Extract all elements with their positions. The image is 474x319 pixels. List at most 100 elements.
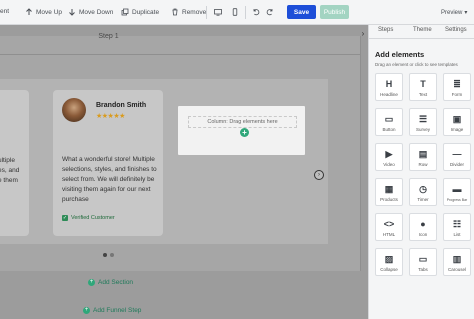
element-tile-label: Row [418, 162, 428, 167]
element-tile-survey[interactable]: ☰ Survey [409, 108, 437, 136]
element-tile-timer[interactable]: ◷ Timer [409, 178, 437, 206]
add-section-label: Add Section [98, 279, 134, 286]
headline-icon: H [385, 79, 393, 89]
move-down-label: Move Down [79, 8, 114, 16]
collapse-panel-chevron-icon[interactable]: › [358, 28, 368, 38]
collapse-icon: ▨ [384, 254, 394, 264]
testimonial-name: Brandon Smith [96, 102, 147, 109]
element-tile-video[interactable]: ▶ Video [375, 143, 403, 171]
back-button[interactable]: ent [0, 8, 9, 15]
tabs-icon: ▭ [418, 254, 428, 264]
mobile-view-button[interactable] [231, 8, 239, 16]
step-divider [0, 54, 361, 55]
move-up-label: Move Up [36, 8, 63, 16]
element-tile-divider[interactable]: — Divider [443, 143, 471, 171]
icon-icon: ● [420, 219, 426, 229]
form-icon: ≣ [453, 79, 461, 89]
panel-subtitle: Drag an element or click to see template… [375, 62, 458, 67]
add-funnel-step-button[interactable]: + Add Funnel Step [83, 307, 141, 314]
move-up-button[interactable]: Move Up [25, 8, 62, 16]
element-tile-label: Timer [417, 197, 429, 202]
star-rating: ★★★★★ [96, 113, 125, 120]
image-icon: ▣ [452, 114, 462, 124]
tab-settings[interactable]: Settings [445, 27, 467, 33]
element-tile-progress-bar[interactable]: ▬ Progress Bar [443, 178, 471, 206]
text-icon: T [420, 79, 426, 89]
row-icon: ▤ [418, 149, 428, 159]
elements-panel: Steps Theme Settings Add elements Drag a… [368, 25, 474, 319]
element-tile-form[interactable]: ≣ Form [443, 73, 471, 101]
testimonial-review: What a wonderful store! Multiple selecti… [62, 156, 157, 203]
element-tile-icon[interactable]: ● Icon [409, 213, 437, 241]
verified-badge: ✓ Verified Customer [62, 215, 115, 221]
element-tile-list[interactable]: ☷ List [443, 213, 471, 241]
progress-bar-icon: ▬ [452, 184, 462, 194]
desktop-icon [214, 8, 222, 16]
add-funnel-step-label: Add Funnel Step [93, 307, 142, 314]
element-tile-label: Headline [380, 92, 398, 97]
move-down-button[interactable]: Move Down [68, 8, 113, 16]
element-tile-label: Video [383, 162, 395, 167]
element-tile-label: Progress Bar [446, 198, 468, 202]
toolbar-divider [245, 6, 246, 19]
preview-label: Preview [441, 9, 463, 16]
toolbar: ent Move Up Move Down Duplicate Remove S… [0, 0, 474, 25]
element-tile-tabs[interactable]: ▭ Tabs [409, 248, 437, 276]
element-tile-label: List [453, 232, 461, 237]
element-tile-label: Button [382, 127, 396, 132]
element-tile-products[interactable]: ▦ Products [375, 178, 403, 206]
element-tile-label: Form [451, 92, 463, 97]
checkmark-icon: ✓ [62, 215, 68, 221]
element-tile-text[interactable]: T Text [409, 73, 437, 101]
preview-button[interactable]: Preview ▾ [441, 9, 467, 17]
desktop-view-button[interactable] [214, 8, 222, 16]
timer-icon: ◷ [419, 184, 427, 194]
add-element-plus-icon[interactable]: + [240, 128, 249, 137]
plus-icon: + [88, 279, 95, 286]
button-icon: ▭ [384, 114, 394, 124]
save-button[interactable]: Save [287, 5, 316, 19]
element-tile-headline[interactable]: H Headline [375, 73, 403, 101]
divider-icon: — [452, 149, 462, 159]
publish-button[interactable]: Publish [320, 5, 349, 19]
testimonial-row[interactable] [0, 79, 328, 244]
trash-icon [171, 8, 179, 16]
element-tile-label: Image [450, 127, 464, 132]
editor-canvas: Step 1 ultiple es, and e them Brandon Sm… [0, 25, 368, 319]
carousel-next-arrow-icon[interactable]: › [314, 170, 324, 180]
add-section-button[interactable]: + Add Section [88, 279, 133, 286]
element-tile-collapse[interactable]: ▨ Collapse [375, 248, 403, 276]
tab-theme[interactable]: Theme [413, 27, 432, 33]
step-title: Step 1 [98, 33, 119, 40]
remove-label: Remove [182, 8, 207, 16]
remove-button[interactable]: Remove [171, 8, 206, 16]
products-icon: ▦ [384, 184, 394, 194]
verified-label: Verified Customer [71, 215, 115, 221]
survey-icon: ☰ [418, 114, 428, 124]
element-tile-row[interactable]: ▤ Row [409, 143, 437, 171]
column-drop-zone[interactable]: Column: Drag elements here [188, 116, 297, 128]
tab-steps[interactable]: Steps [378, 27, 393, 33]
arrow-up-icon [25, 8, 33, 16]
element-tile-label: HTML [382, 232, 396, 237]
duplicate-icon [121, 8, 129, 16]
element-tile-image[interactable]: ▣ Image [443, 108, 471, 136]
carousel-icon: ▥ [452, 254, 462, 264]
arrow-down-icon [68, 8, 76, 16]
element-tile-carousel[interactable]: ▥ Carousel [443, 248, 471, 276]
element-tile-label: Divider [449, 162, 464, 167]
toolbar-divider [206, 6, 207, 19]
element-tile-label: Products [380, 197, 398, 202]
redo-icon [266, 8, 274, 16]
element-tile-button[interactable]: ▭ Button [375, 108, 403, 136]
video-icon: ▶ [385, 149, 393, 159]
carousel-dot-active[interactable] [103, 253, 107, 257]
panel-tabs: Steps Theme Settings [369, 25, 474, 39]
mobile-icon [231, 8, 239, 16]
duplicate-button[interactable]: Duplicate [121, 8, 159, 16]
carousel-dot[interactable] [110, 253, 114, 257]
element-tile-html[interactable]: <> HTML [375, 213, 403, 241]
undo-button[interactable] [252, 8, 260, 16]
element-tile-label: Icon [418, 232, 428, 237]
redo-button[interactable] [266, 8, 274, 16]
